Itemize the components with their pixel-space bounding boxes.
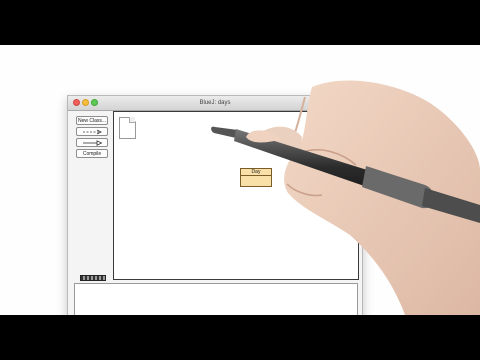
video-frame: BlueJ: days New Class... Compile Day [0, 45, 480, 315]
letterbox-bottom [0, 315, 480, 360]
hand-with-pen-image [211, 80, 480, 315]
letterbox-top [0, 0, 480, 45]
